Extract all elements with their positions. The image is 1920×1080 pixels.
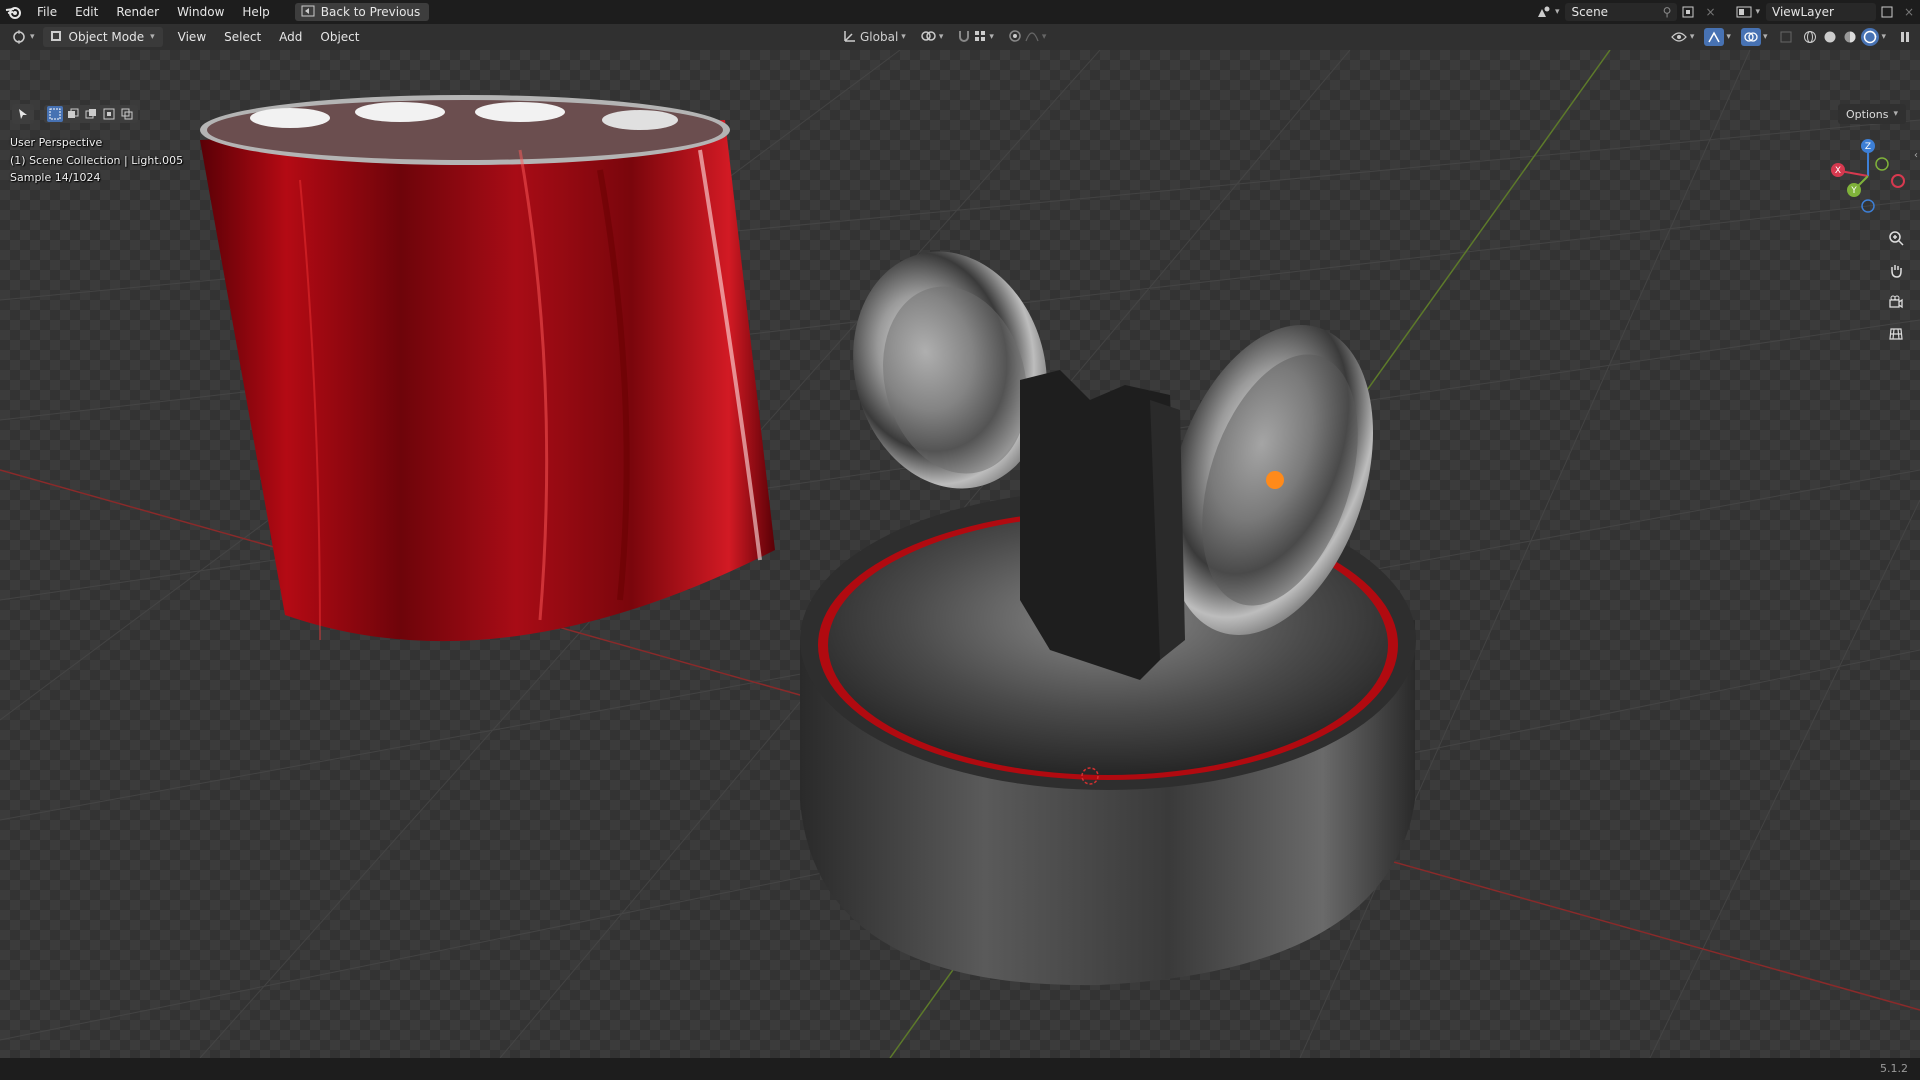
menu-view[interactable]: View	[169, 24, 215, 50]
proportional-edit-toggle[interactable]: ▾	[1003, 27, 1052, 47]
menu-add[interactable]: Add	[270, 24, 311, 50]
transform-orientation-select[interactable]: Global ▾	[838, 27, 911, 47]
view-layer-icon[interactable]	[1733, 3, 1755, 21]
scene-name: Scene	[1571, 5, 1609, 19]
view-layer-selector[interactable]: ViewLayer	[1766, 3, 1876, 21]
neg-y-handle	[1875, 157, 1889, 171]
rendered-scene	[0, 50, 1920, 1058]
back-icon	[301, 5, 315, 20]
chevron-down-icon: ▾	[989, 32, 994, 42]
wireframe-icon[interactable]	[1801, 28, 1819, 46]
camera-icon	[1889, 295, 1903, 309]
top-bar: File Edit Render Window Help Back to Pre…	[0, 0, 1920, 24]
chevron-down-icon[interactable]: ▾	[1726, 32, 1731, 42]
select-tool-button[interactable]	[12, 104, 34, 124]
menu-render[interactable]: Render	[107, 0, 168, 24]
menu-edit[interactable]: Edit	[66, 0, 107, 24]
chevron-down-icon: ▾	[1041, 32, 1047, 42]
new-scene-icon[interactable]	[1677, 3, 1699, 21]
rendered-icon[interactable]	[1861, 28, 1880, 46]
back-to-previous-label: Back to Previous	[320, 5, 421, 19]
menu-window[interactable]: Window	[168, 0, 233, 24]
pause-render-icon[interactable]	[1896, 28, 1914, 46]
selection-mode-group	[44, 105, 138, 123]
sample-counter: Sample 14/1024	[10, 171, 101, 184]
back-to-previous-button[interactable]: Back to Previous	[294, 3, 430, 21]
select-tool-icon	[19, 109, 27, 119]
object-mode-label: Object Mode	[68, 30, 145, 44]
overlay-icon[interactable]	[1740, 28, 1761, 46]
zoom-icon	[1889, 231, 1904, 246]
select-subtract-icon[interactable]	[83, 106, 99, 122]
close-view-layer-icon[interactable]: ×	[1898, 3, 1920, 21]
perspective-toggle-button[interactable]	[1882, 321, 1910, 347]
version-label: 5.1.2	[1880, 1062, 1908, 1075]
3d-viewport[interactable]: User Perspective (1) Scene Collection | …	[0, 50, 1920, 1058]
chevron-down-icon[interactable]: ▾	[30, 32, 35, 42]
blender-logo-icon[interactable]	[0, 0, 28, 24]
select-intersect-icon[interactable]	[119, 106, 135, 122]
object-mode-icon	[49, 29, 63, 46]
navigation-gizmo[interactable]: Z X Y	[1820, 136, 1910, 216]
chevron-down-icon: ▾	[150, 32, 155, 42]
menu-select[interactable]: Select	[215, 24, 270, 50]
grid-icon	[1889, 328, 1903, 340]
svg-text:Y: Y	[1850, 186, 1857, 196]
material-icon[interactable]	[1841, 28, 1859, 46]
svg-text:X: X	[1835, 166, 1841, 176]
chevron-down-icon[interactable]: ▾	[1881, 32, 1886, 42]
chevron-down-icon[interactable]: ▾	[1763, 32, 1768, 42]
scene-icon[interactable]	[1533, 3, 1555, 21]
menu-help[interactable]: Help	[233, 0, 278, 24]
red-glass-cylinder	[200, 95, 775, 642]
chevron-down-icon[interactable]: ▾	[1555, 7, 1560, 17]
select-new-icon[interactable]	[47, 106, 63, 122]
chevron-down-icon: ▾	[938, 32, 944, 42]
sidebar-toggle-icon[interactable]: ‹	[1914, 150, 1918, 161]
snap-toggle[interactable]: ▾	[952, 27, 999, 47]
status-bar: 5.1.2	[0, 1058, 1920, 1080]
new-view-layer-icon[interactable]	[1876, 3, 1898, 21]
object-mode-select[interactable]: Object Mode ▾	[42, 27, 163, 47]
select-extend-icon[interactable]	[65, 106, 81, 122]
snap-icon	[957, 29, 971, 46]
options-label: Options	[1846, 107, 1889, 121]
snap-grid-icon	[974, 30, 986, 45]
menu-file[interactable]: File	[28, 0, 66, 24]
proportional-edit-icon	[1008, 29, 1022, 46]
viewport-header: ▾ Object Mode ▾ View Select Add Object G…	[0, 24, 1920, 50]
collection-label: (1) Scene Collection | Light.005	[10, 154, 184, 167]
chevron-down-icon[interactable]: ▾	[1690, 32, 1695, 42]
chevron-down-icon[interactable]: ▾	[1755, 7, 1760, 17]
chevron-down-icon: ▾	[1893, 109, 1898, 119]
view-layer-name: ViewLayer	[1772, 5, 1834, 19]
visibility-icon[interactable]	[1670, 28, 1688, 46]
xray-icon[interactable]	[1777, 28, 1795, 46]
solid-icon[interactable]	[1821, 28, 1839, 46]
menu-object[interactable]: Object	[311, 24, 368, 50]
pivot-icon	[920, 29, 936, 46]
orientation-icon	[843, 29, 857, 46]
pan-button[interactable]	[1882, 257, 1910, 283]
close-scene-icon[interactable]: ×	[1699, 3, 1721, 21]
chevron-down-icon: ▾	[901, 32, 906, 42]
gizmo-icon[interactable]	[1704, 28, 1725, 46]
options-dropdown[interactable]: Options ▾	[1838, 104, 1906, 124]
neg-x-handle	[1891, 174, 1905, 188]
falloff-icon	[1025, 29, 1039, 46]
scene-selector[interactable]: Scene ⚲	[1565, 3, 1678, 21]
black-foam-block	[1020, 370, 1185, 680]
pivot-point-select[interactable]: ▾	[915, 27, 949, 47]
camera-view-button[interactable]	[1882, 289, 1910, 315]
perspective-label: User Perspective	[10, 136, 103, 149]
editor-type-icon[interactable]	[8, 28, 30, 46]
pin-icon[interactable]: ⚲	[1663, 5, 1672, 19]
svg-text:Z: Z	[1865, 142, 1871, 152]
select-invert-icon[interactable]	[101, 106, 117, 122]
zoom-button[interactable]	[1882, 225, 1910, 251]
transform-orientation-label: Global	[860, 30, 899, 44]
hand-icon	[1891, 265, 1902, 278]
neg-z-handle	[1861, 199, 1875, 213]
